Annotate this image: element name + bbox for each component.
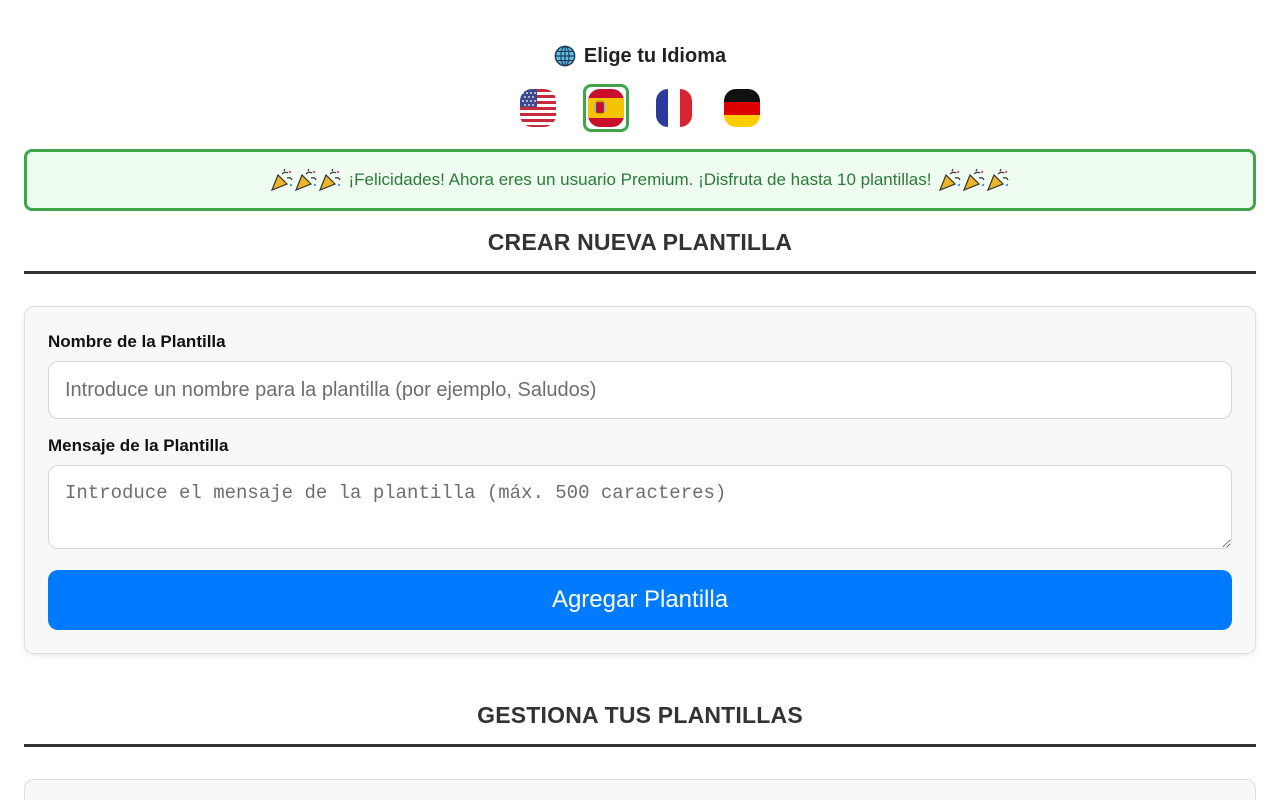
- premium-banner: ¡Felicidades! Ahora eres un usuario Prem…: [24, 149, 1256, 211]
- manage-templates-title: GESTIONA TUS PLANTILLAS: [477, 702, 803, 728]
- party-icons-left: [270, 168, 342, 192]
- flag-button-german[interactable]: [719, 84, 765, 132]
- party-popper-icon: [318, 168, 342, 192]
- templates-list: [24, 779, 1256, 800]
- add-template-button[interactable]: Agregar Plantilla: [48, 570, 1232, 630]
- premium-banner-text: ¡Felicidades! Ahora eres un usuario Prem…: [348, 170, 932, 189]
- template-message-label: Mensaje de la Plantilla: [48, 436, 229, 455]
- france-flag-icon: [656, 89, 692, 127]
- party-popper-icon: [986, 168, 1010, 192]
- template-name-label: Nombre de la Plantilla: [48, 332, 226, 351]
- template-message-textarea[interactable]: [48, 465, 1232, 549]
- party-popper-icon: [938, 168, 962, 192]
- globe-icon: [554, 45, 576, 67]
- page: Elige tu Idioma ¡Felicidades! Ahora eres…: [24, 0, 1256, 800]
- spain-flag-icon: [588, 89, 624, 127]
- language-flags: [24, 84, 1256, 136]
- party-icons-right: [938, 168, 1010, 192]
- flag-button-french[interactable]: [651, 84, 697, 132]
- flag-button-english[interactable]: [515, 84, 561, 132]
- germany-flag-icon: [724, 89, 760, 127]
- section-divider: [24, 744, 1256, 747]
- language-title: Elige tu Idioma: [583, 44, 727, 67]
- template-name-input[interactable]: [48, 361, 1232, 419]
- party-popper-icon: [294, 168, 318, 192]
- section-divider: [24, 271, 1256, 274]
- party-popper-icon: [962, 168, 986, 192]
- us-flag-icon: [520, 89, 556, 127]
- language-header: Elige tu Idioma: [24, 42, 1256, 70]
- create-template-form: Nombre de la Plantilla Mensaje de la Pla…: [24, 306, 1256, 654]
- flag-button-spanish[interactable]: [583, 84, 629, 132]
- create-template-title: CREAR NUEVA PLANTILLA: [487, 229, 793, 255]
- party-popper-icon: [270, 168, 294, 192]
